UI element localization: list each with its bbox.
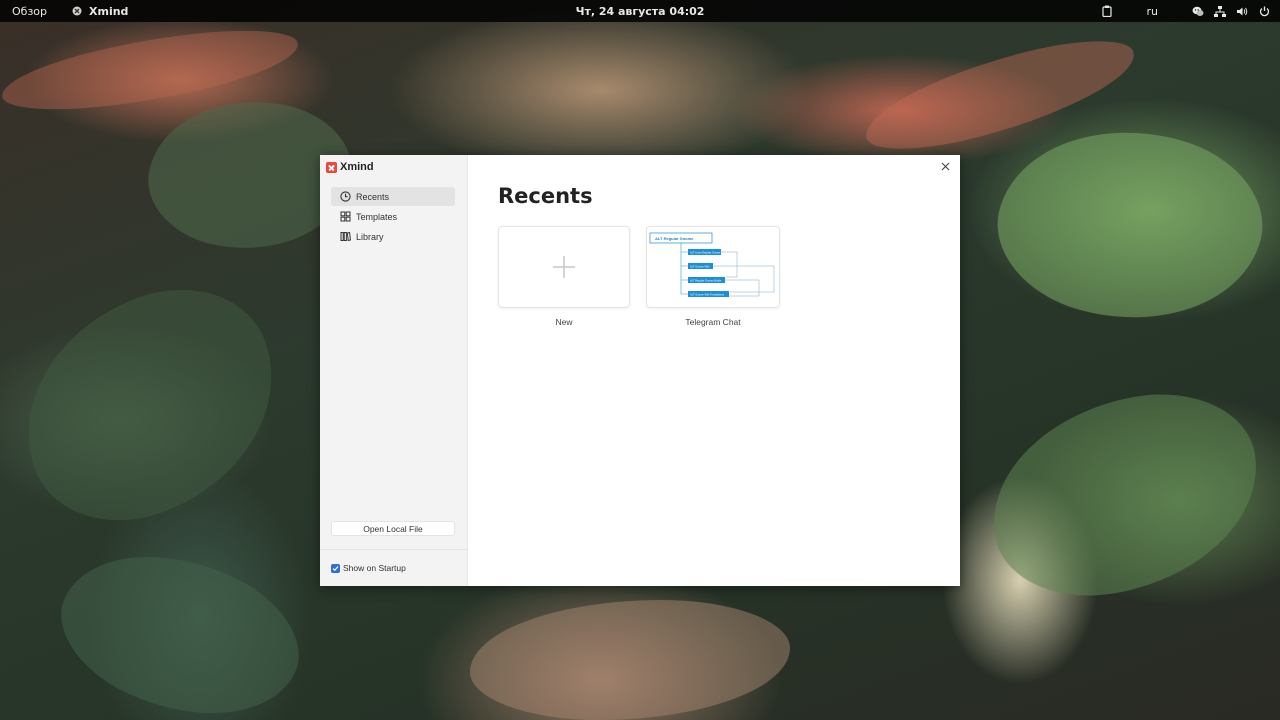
mindmap-thumbnail: ALT Regular Gnome ALT Linux Regular Gnom…: [649, 232, 775, 297]
recent-file-label: Telegram Chat: [685, 317, 741, 327]
sidebar-item-templates[interactable]: Templates: [331, 207, 455, 226]
thumbnail-topic: ALT Gnome Wiki Translations: [690, 292, 725, 296]
keyboard-layout-indicator[interactable]: ru: [1147, 5, 1159, 18]
close-icon: [941, 162, 949, 170]
templates-icon: [340, 211, 351, 222]
network-icon[interactable]: [1214, 5, 1226, 17]
new-file-label: New: [555, 317, 573, 327]
brand-label: Xmind: [340, 161, 374, 173]
sidebar: Xmind Recents Templates Library Open Loc…: [320, 155, 468, 586]
xmind-logo-icon: [326, 161, 337, 173]
thumbnail-topic: ALT Regular Gnome Builds: [690, 278, 722, 282]
brand: Xmind: [326, 159, 374, 175]
xmind-window: Xmind Recents Templates Library Open Loc…: [320, 155, 960, 586]
top-bar: Обзор Xmind Чт, 24 августа 04:02 ru: [0, 0, 1280, 22]
show-on-startup-checkbox[interactable]: [331, 563, 340, 573]
library-icon: [340, 231, 351, 242]
wallpaper-leaf: [975, 378, 1275, 612]
sidebar-divider: [320, 549, 467, 550]
sidebar-item-label: Recents: [356, 191, 390, 202]
clock[interactable]: Чт, 24 августа 04:02: [576, 5, 705, 18]
show-on-startup: Show on Startup: [331, 562, 406, 574]
wallpaper-leaf: [39, 516, 321, 720]
thumbnail-root-topic: ALT Regular Gnome: [655, 236, 694, 241]
clock-icon: [340, 191, 351, 202]
plus-icon: [553, 256, 575, 278]
main-panel: Recents New ALT Regular Gnome ALT Linux …: [467, 155, 960, 586]
thumbnail-topic: ALT Linux Regular Gnome: [690, 250, 721, 254]
xmind-app-icon: [71, 5, 83, 17]
sidebar-item-label: Templates: [356, 211, 398, 222]
app-menu[interactable]: Xmind: [71, 5, 128, 18]
page-title: Recents: [498, 184, 593, 208]
close-button[interactable]: [938, 159, 952, 173]
wallpaper-leaf: [0, 261, 309, 549]
app-menu-label: Xmind: [89, 4, 129, 18]
sidebar-item-label: Library: [356, 231, 384, 242]
sidebar-item-library[interactable]: Library: [331, 227, 455, 246]
clipboard-icon[interactable]: [1101, 5, 1113, 17]
wechat-icon[interactable]: [1192, 5, 1204, 17]
sidebar-item-recents[interactable]: Recents: [331, 187, 455, 206]
power-icon[interactable]: [1258, 5, 1270, 17]
wallpaper-leaf: [470, 600, 790, 720]
thumbnail-topic: ALT Gnome Wiki: [690, 264, 710, 268]
show-on-startup-label: Show on Startup: [343, 563, 406, 573]
volume-icon[interactable]: [1236, 5, 1248, 17]
activities-button[interactable]: Обзор: [12, 5, 47, 18]
open-local-file-button[interactable]: Open Local File: [331, 521, 455, 536]
wallpaper-leaf: [979, 99, 1280, 351]
new-file-card[interactable]: [498, 226, 630, 308]
recent-file-card[interactable]: ALT Regular Gnome ALT Linux Regular Gnom…: [646, 226, 780, 308]
sidebar-nav: Recents Templates Library: [331, 187, 455, 247]
